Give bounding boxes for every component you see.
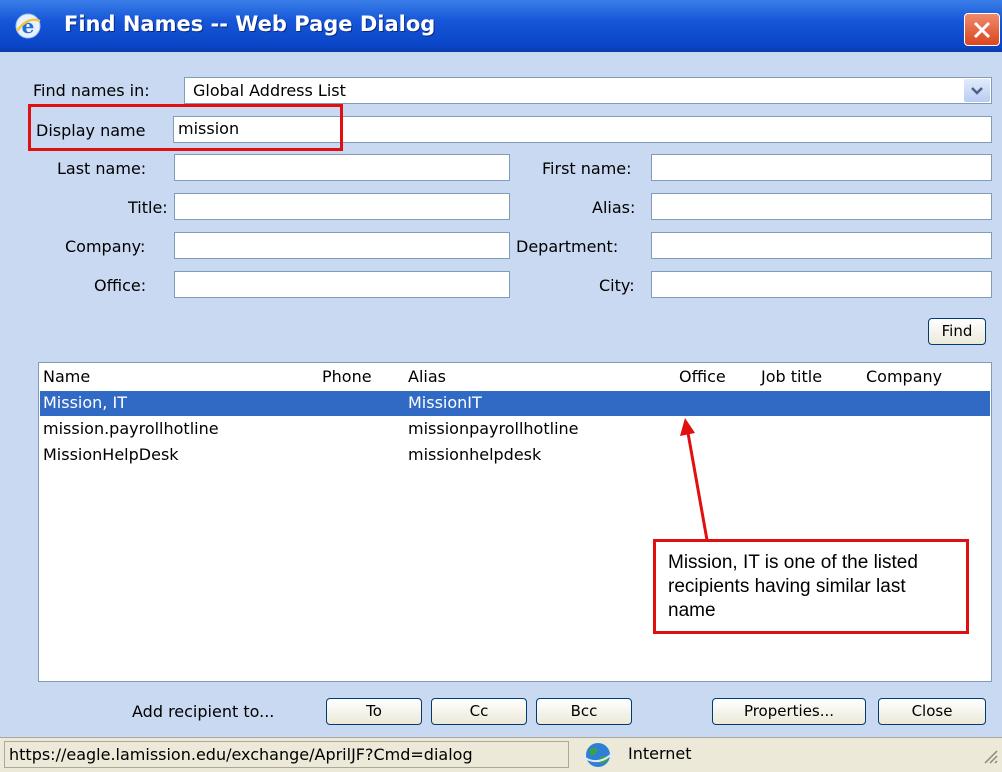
- status-bar: https://eagle.lamission.edu/exchange/Apr…: [0, 737, 1002, 772]
- security-zone: Internet: [574, 741, 904, 768]
- zone-label: Internet: [628, 744, 692, 763]
- status-url: https://eagle.lamission.edu/exchange/Apr…: [4, 741, 569, 768]
- resize-grip-icon[interactable]: [982, 748, 998, 764]
- globe-icon: [581, 743, 615, 767]
- dialog-window: e Find Names -- Web Page Dialog Find nam…: [0, 0, 1002, 772]
- annotation-callout: Mission, IT is one of the listed recipie…: [653, 539, 969, 634]
- callout-arrow: [680, 418, 709, 541]
